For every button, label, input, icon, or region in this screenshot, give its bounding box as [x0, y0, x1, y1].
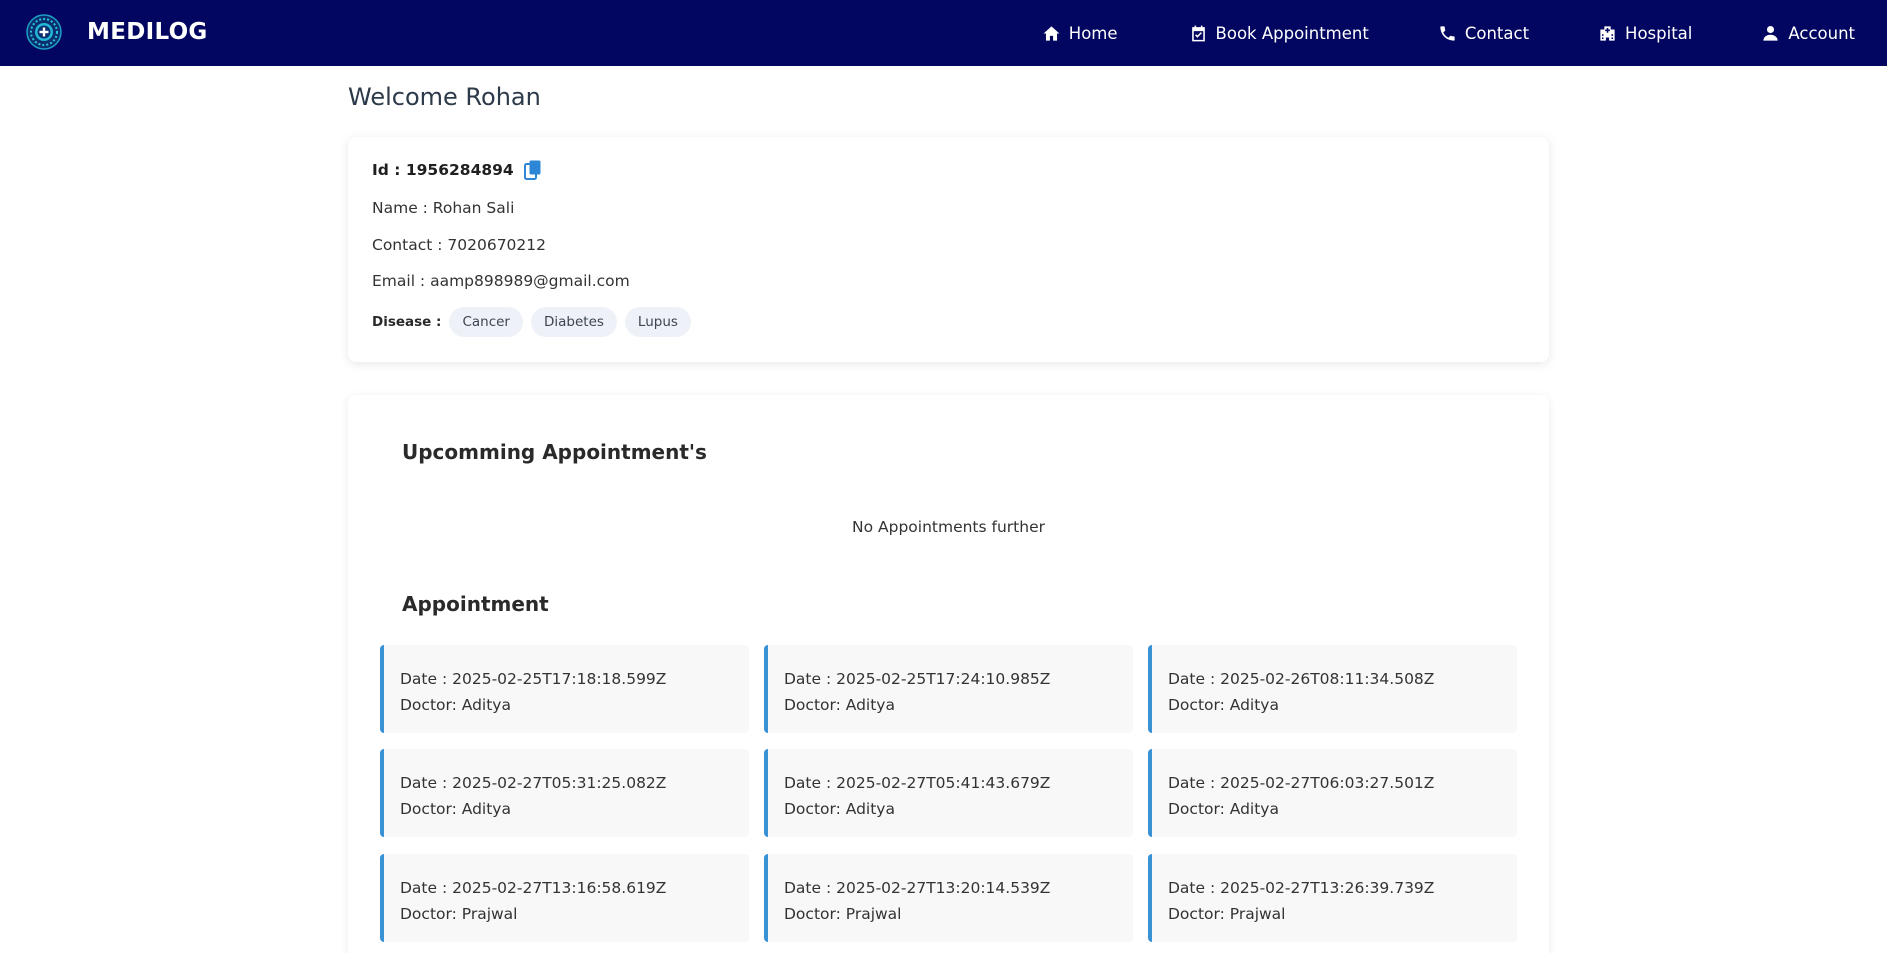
appointment-card[interactable]: Date : 2025-02-27T13:20:14.539Z Doctor: …: [764, 854, 1133, 942]
nav-home-label: Home: [1068, 23, 1118, 43]
brand-name: MEDILOG: [87, 19, 208, 45]
appointment-date: Date : 2025-02-27T13:26:39.739Z: [1168, 879, 1435, 897]
appointments-card: Upcomming Appointment's No Appointments …: [348, 395, 1549, 953]
nav-account[interactable]: Account: [1761, 24, 1855, 43]
appointment-doctor: Doctor: Prajwal: [400, 905, 518, 923]
appointment-doctor: Doctor: Aditya: [784, 800, 895, 818]
nav-home[interactable]: Home: [1042, 24, 1118, 43]
patient-email: Email : aamp898989@gmail.com: [372, 272, 630, 290]
patient-id-row: Id : 1956284894: [372, 160, 542, 180]
nav-contact-label: Contact: [1464, 23, 1530, 43]
appointment-date: Date : 2025-02-27T13:16:58.619Z: [400, 879, 667, 897]
nav-hospital-label: Hospital: [1625, 23, 1693, 43]
user-icon: [1763, 25, 1778, 41]
nav-account-label: Account: [1788, 23, 1855, 43]
nav-links: Home Book Appointment Contact Hospital A…: [1042, 0, 1887, 66]
disease-label: Disease :: [372, 314, 442, 330]
home-icon: [1043, 25, 1060, 41]
appointment-card[interactable]: Date : 2025-02-27T13:26:39.739Z Doctor: …: [1148, 854, 1517, 942]
appointment-card[interactable]: Date : 2025-02-27T05:41:43.679Z Doctor: …: [764, 749, 1133, 837]
copy-icon[interactable]: [523, 160, 542, 180]
appointment-date: Date : 2025-02-26T08:11:34.508Z: [1168, 670, 1435, 688]
disease-row: Disease : Cancer Diabetes Lupus: [372, 307, 691, 337]
appointment-date: Date : 2025-02-27T05:41:43.679Z: [784, 774, 1051, 792]
phone-icon: [1440, 25, 1455, 41]
no-appointments-message: No Appointments further: [852, 518, 1045, 536]
nav-hospital[interactable]: Hospital: [1598, 24, 1692, 43]
hospital-icon: [1600, 25, 1615, 41]
patient-contact: Contact : 7020670212: [372, 236, 546, 254]
appointment-date: Date : 2025-02-27T06:03:27.501Z: [1168, 774, 1435, 792]
disease-chip: Cancer: [449, 307, 523, 337]
appointment-card[interactable]: Date : 2025-02-27T13:16:58.619Z Doctor: …: [380, 854, 749, 942]
brand[interactable]: MEDILOG: [26, 14, 208, 50]
nav-contact[interactable]: Contact: [1438, 24, 1529, 43]
medical-cross-icon: [26, 14, 62, 50]
disease-chip: Lupus: [624, 307, 691, 337]
disease-chip: Diabetes: [530, 307, 617, 337]
appointment-card[interactable]: Date : 2025-02-25T17:24:10.985Z Doctor: …: [764, 645, 1133, 733]
appointment-doctor: Doctor: Aditya: [400, 696, 511, 714]
appointment-doctor: Doctor: Aditya: [784, 696, 895, 714]
appointment-card[interactable]: Date : 2025-02-25T17:18:18.599Z Doctor: …: [380, 645, 749, 733]
appointment-card[interactable]: Date : 2025-02-26T08:11:34.508Z Doctor: …: [1148, 645, 1517, 733]
appointment-doctor: Doctor: Aditya: [1168, 696, 1279, 714]
nav-book-appointment-label: Book Appointment: [1215, 23, 1369, 43]
appointment-date: Date : 2025-02-27T05:31:25.082Z: [400, 774, 667, 792]
appointment-heading: Appointment: [402, 592, 549, 616]
appointment-doctor: Doctor: Prajwal: [1168, 905, 1286, 923]
appointment-card[interactable]: Date : 2025-02-27T05:31:25.082Z Doctor: …: [380, 749, 749, 837]
top-navbar: MEDILOG Home Book Appointment Contact Ho…: [0, 0, 1887, 66]
appointment-date: Date : 2025-02-27T13:20:14.539Z: [784, 879, 1051, 897]
profile-card: Id : 1956284894 Name : Rohan Sali Contac…: [348, 137, 1549, 362]
page-title: Welcome Rohan: [348, 83, 541, 111]
nav-book-appointment[interactable]: Book Appointment: [1189, 24, 1369, 43]
appointment-doctor: Doctor: Aditya: [400, 800, 511, 818]
patient-id: Id : 1956284894: [372, 161, 514, 179]
appointment-doctor: Doctor: Aditya: [1168, 800, 1279, 818]
appointment-date: Date : 2025-02-25T17:18:18.599Z: [400, 670, 667, 688]
appointment-card[interactable]: Date : 2025-02-27T06:03:27.501Z Doctor: …: [1148, 749, 1517, 837]
appointment-date: Date : 2025-02-25T17:24:10.985Z: [784, 670, 1051, 688]
calendar-check-icon: [1191, 25, 1205, 41]
appointment-doctor: Doctor: Prajwal: [784, 905, 902, 923]
upcoming-heading: Upcomming Appointment's: [402, 440, 707, 464]
patient-name: Name : Rohan Sali: [372, 199, 515, 217]
